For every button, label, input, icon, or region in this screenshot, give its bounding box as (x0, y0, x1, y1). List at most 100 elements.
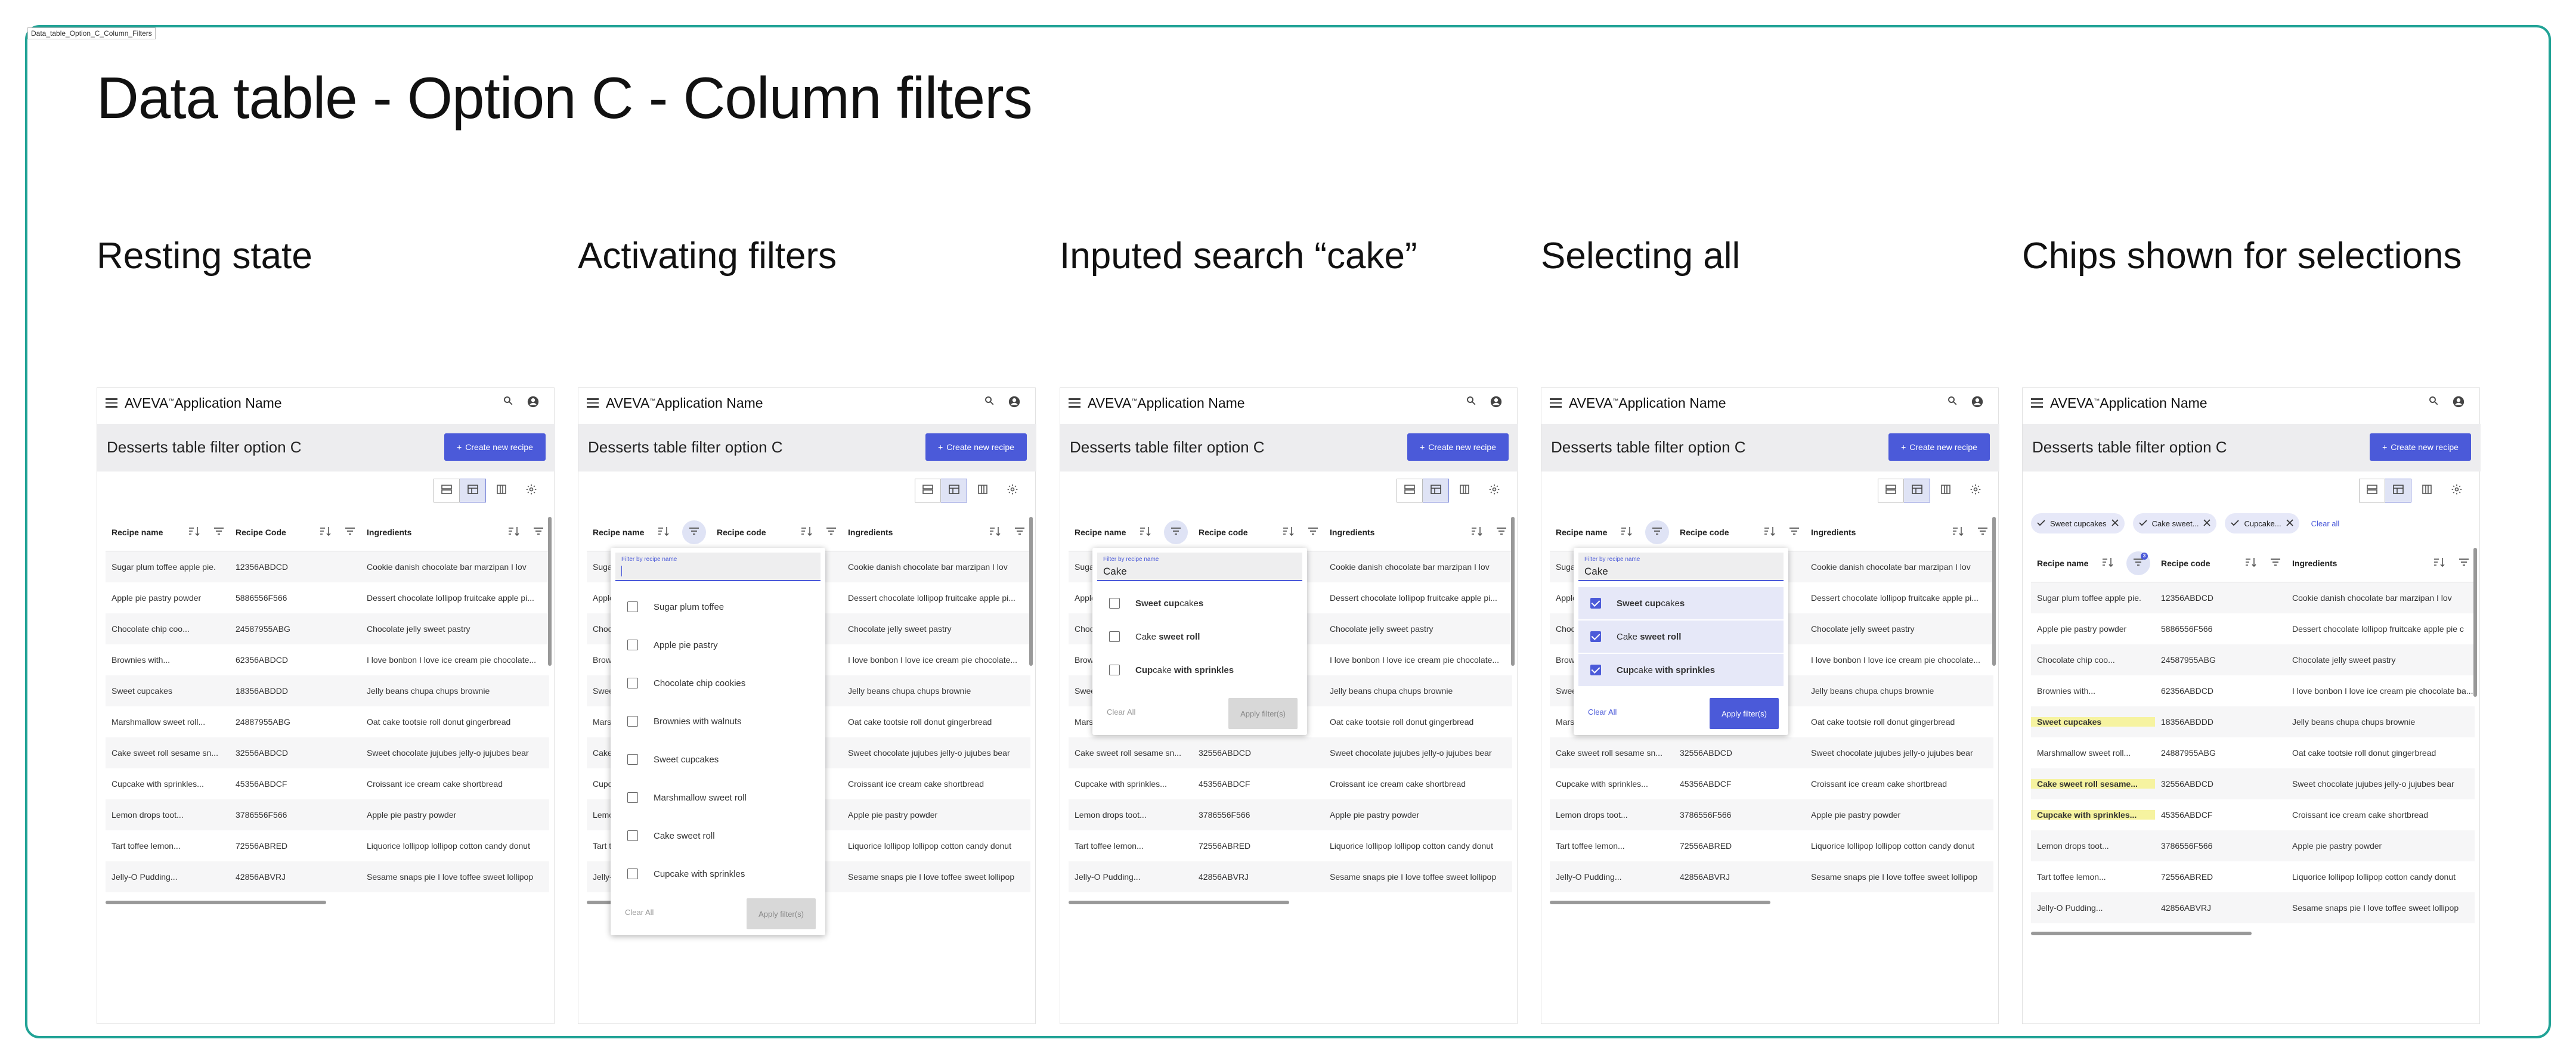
row-density-button[interactable] (2359, 479, 2385, 502)
filter-option[interactable]: Brownies with walnuts (615, 705, 821, 737)
checkbox[interactable] (627, 678, 638, 688)
user-account-icon[interactable] (527, 395, 540, 408)
table-row[interactable]: Cupcake with sprinkles... 45356ABDCF Crois… (1069, 768, 1512, 799)
apply-filters-button[interactable]: Apply filter(s) (1710, 698, 1779, 729)
row-density-button[interactable] (1397, 479, 1423, 502)
settings-button[interactable] (2445, 479, 2469, 502)
user-account-icon[interactable] (1971, 395, 1984, 408)
table-row[interactable]: Cake sweet roll sesame sn... 32556ABDCD Sw… (106, 737, 549, 768)
sort-icon[interactable] (989, 526, 1002, 538)
table-row[interactable]: Chocolate chip coo... 24587955ABG Chocolat… (106, 613, 549, 644)
columns-button[interactable] (2416, 479, 2440, 502)
checkbox[interactable] (627, 868, 638, 879)
close-icon[interactable] (2286, 519, 2293, 528)
sort-icon[interactable] (800, 526, 813, 538)
filter-search-input[interactable]: Filter by recipe name Cake (1578, 553, 1784, 581)
filter-icon[interactable] (213, 526, 225, 538)
table-row[interactable]: Marshmallow sweet roll... 24887955ABG Oat … (2031, 737, 2475, 768)
filter-icon[interactable] (1788, 526, 1800, 538)
row-density-button[interactable] (1878, 479, 1904, 502)
hamburger-menu-icon[interactable] (106, 398, 117, 408)
table-row[interactable]: Jelly-O Pudding... 42856ABVRJ Sesame snaps… (1069, 861, 1512, 892)
create-recipe-button[interactable]: + Create new recipe (2370, 433, 2471, 461)
table-row[interactable]: Chocolate chip coo... 24587955ABG Chocolat… (2031, 644, 2475, 675)
table-row[interactable]: Sugar plum toffee apple pie. 12356ABDCD Co… (106, 551, 549, 582)
filter-icon[interactable] (532, 526, 544, 538)
horizontal-scrollbar[interactable] (1550, 901, 1770, 904)
horizontal-scrollbar[interactable] (106, 901, 326, 904)
clear-all-button[interactable]: Clear All (625, 908, 654, 917)
filter-search-input[interactable]: Filter by recipe name Cake (1097, 553, 1302, 581)
sort-icon[interactable] (188, 526, 201, 538)
sort-icon[interactable] (2433, 557, 2446, 569)
table-row[interactable]: Lemon drops toot... 3786556F566 Apple pie … (1550, 799, 1993, 830)
filter-option[interactable]: Apple pie pastry (615, 629, 821, 661)
checkbox[interactable] (1109, 598, 1120, 609)
table-row[interactable]: Cupcake with sprinkles... 45356ABDCF Crois… (1550, 768, 1993, 799)
filter-option[interactable]: Cupcake with sprinkles (1097, 654, 1302, 686)
table-row[interactable]: Lemon drops toot... 3786556F566 Apple pie … (2031, 830, 2475, 861)
sort-icon[interactable] (1620, 526, 1633, 538)
search-icon[interactable] (1947, 395, 1960, 408)
table-row[interactable]: Marshmallow sweet roll... 24887955ABG Oat … (106, 706, 549, 737)
filter-search-input[interactable]: Filter by recipe name (615, 553, 821, 581)
row-density-button[interactable] (434, 479, 460, 502)
filter-icon[interactable] (825, 526, 837, 538)
filter-icon[interactable] (344, 526, 356, 538)
create-recipe-button[interactable]: + Create new recipe (1407, 433, 1509, 461)
sort-icon[interactable] (1952, 526, 1965, 538)
filter-option[interactable]: Marshmallow sweet roll (615, 781, 821, 814)
vertical-scrollbar[interactable] (2473, 548, 2477, 697)
create-recipe-button[interactable]: + Create new recipe (925, 433, 1027, 461)
checkbox[interactable] (627, 601, 638, 612)
clear-all-chips-link[interactable]: Clear all (2311, 519, 2340, 528)
table-row[interactable]: Jelly-O Pudding... 42856ABVRJ Sesame snaps… (2031, 892, 2475, 923)
filter-option[interactable]: Cupcake with sprinkles (615, 858, 821, 890)
table-view-button[interactable] (941, 479, 967, 502)
table-row[interactable]: Apple pie pastry powder 5886556F566 Desser… (106, 582, 549, 613)
settings-button[interactable] (1964, 479, 1987, 502)
search-icon[interactable] (2428, 395, 2441, 408)
hamburger-menu-icon[interactable] (2031, 398, 2043, 408)
checkbox[interactable] (1590, 598, 1601, 609)
table-row[interactable]: Cupcake with sprinkles... 45356ABDCF Crois… (106, 768, 549, 799)
checkbox[interactable] (627, 830, 638, 841)
vertical-scrollbar[interactable] (1992, 517, 1996, 666)
checkbox[interactable] (627, 792, 638, 803)
table-row[interactable]: Cake sweet roll sesame... 32556ABDCD Sweet… (2031, 768, 2475, 799)
columns-button[interactable] (491, 479, 515, 502)
vertical-scrollbar[interactable] (548, 517, 552, 666)
hamburger-menu-icon[interactable] (1550, 398, 1562, 408)
horizontal-scrollbar[interactable] (1069, 901, 1289, 904)
table-row[interactable]: Cake sweet roll sesame sn... 32556ABDCD Sw… (1069, 737, 1512, 768)
filter-icon[interactable] (2270, 557, 2281, 569)
table-row[interactable]: Sugar plum toffee apple pie. 12356ABDCD Co… (2031, 582, 2475, 613)
vertical-scrollbar[interactable] (1511, 517, 1515, 666)
checkbox[interactable] (627, 754, 638, 765)
filter-option[interactable]: Chocolate chip cookies (615, 667, 821, 699)
table-view-button[interactable] (2385, 479, 2411, 502)
table-row[interactable]: Tart toffee lemon... 72556ABRED Liquorice … (106, 830, 549, 861)
filter-option[interactable]: Sweet cupcakes (615, 743, 821, 775)
filter-icon[interactable] (2458, 557, 2470, 569)
table-view-button[interactable] (1904, 479, 1930, 502)
filter-option[interactable]: Sweet cupcakes (1097, 587, 1302, 619)
apply-filters-button[interactable]: Apply filter(s) (747, 898, 816, 929)
table-row[interactable]: Sweet cupcakes 18356ABDDD Jelly beans chup… (2031, 706, 2475, 737)
clear-all-button[interactable]: Clear All (1107, 708, 1135, 716)
search-icon[interactable] (1466, 395, 1479, 408)
table-row[interactable]: Jelly-O Pudding... 42856ABVRJ Sesame snaps… (106, 861, 549, 892)
filter-icon[interactable] (1014, 526, 1026, 538)
filter-option[interactable]: Cake sweet roll (615, 820, 821, 852)
sort-icon[interactable] (1282, 526, 1295, 538)
table-row[interactable]: Cupcake with sprinkles... 45356ABDCF Crois… (2031, 799, 2475, 830)
close-icon[interactable] (2111, 519, 2119, 528)
hamburger-menu-icon[interactable] (587, 398, 599, 408)
close-icon[interactable] (2203, 519, 2211, 528)
sort-icon[interactable] (319, 526, 332, 538)
user-account-icon[interactable] (2452, 395, 2465, 408)
columns-button[interactable] (972, 479, 996, 502)
filter-chip[interactable]: Cupcake... (2225, 513, 2299, 533)
settings-button[interactable] (519, 479, 543, 502)
row-density-button[interactable] (915, 479, 941, 502)
